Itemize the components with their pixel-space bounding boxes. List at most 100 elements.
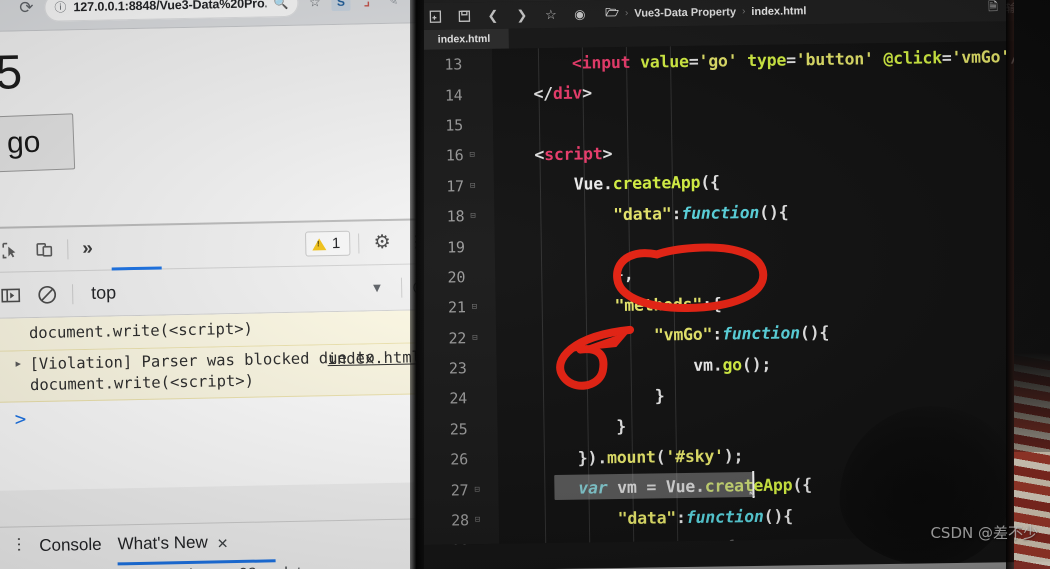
extension-blue-icon[interactable]: S [331, 0, 351, 12]
line-number: 15 [445, 116, 464, 135]
code-token: value [630, 51, 689, 72]
code-token: (){ [759, 202, 789, 222]
code-token: : [671, 203, 682, 223]
chevron-down-icon[interactable]: ▼ [362, 280, 391, 296]
save-icon[interactable] [450, 5, 477, 27]
console-message-row[interactable]: ▶ index.html:6 [Violation] Parser was bl… [0, 342, 419, 404]
forward-icon[interactable]: ❯ [508, 4, 535, 26]
code-token: @click [873, 47, 942, 68]
devtools-drawer: ⋯ Console What's New ✕ Highlights from t… [0, 517, 419, 569]
new-file-icon[interactable] [421, 5, 448, 27]
code-token: < [534, 144, 545, 165]
code-token: : [675, 507, 686, 527]
more-tabs-button[interactable]: » [76, 237, 97, 259]
code-text: return { [423, 537, 735, 545]
divider [401, 277, 403, 298]
console-context-select[interactable]: top [83, 278, 357, 304]
code-token: { [715, 537, 735, 545]
code-token: : [712, 324, 723, 344]
expand-arrow-icon[interactable]: ▶ [15, 358, 22, 370]
tab-whats-new[interactable]: What's New ✕ [117, 532, 276, 566]
close-icon[interactable]: ✕ [217, 535, 229, 552]
fold-toggle-icon[interactable]: ⊟ [472, 333, 477, 343]
page-number-output: 15 [0, 46, 22, 101]
code-token: > [582, 83, 593, 103]
code-text: }).mount('#sky'); [422, 446, 744, 470]
tab-console[interactable]: Console [39, 535, 102, 558]
address-bar[interactable]: ⓘ 127.0.0.1:8848/Vue3-Data%20Pro... 🔍 [44, 0, 299, 22]
folder-icon[interactable]: 🗁 [605, 4, 619, 23]
fold-toggle-icon[interactable]: ⊟ [475, 515, 480, 525]
code-token: > [602, 143, 613, 164]
line-number: 26 [450, 450, 469, 469]
line-number: 24 [449, 389, 468, 409]
hbuilderx-window: ...Property/index.html - HBuilder X 3.1.… [419, 0, 1050, 569]
favorite-star-icon[interactable]: ☆ [537, 3, 564, 25]
code-token: vm [693, 355, 713, 375]
console-message-text: document.write(<script>) [28, 319, 254, 343]
clear-console-icon[interactable] [32, 279, 63, 310]
code-token: div [552, 83, 583, 104]
line-number: 20 [447, 268, 466, 287]
code-token: Vue [573, 174, 604, 194]
code-token: 'go' [698, 50, 738, 71]
devtools-panel: » 1 ⚙ ⋯ [0, 217, 419, 569]
code-token: script [543, 144, 603, 164]
code-token: = [785, 50, 796, 70]
watermark: CSDN @差不少 [930, 524, 1038, 542]
reload-icon[interactable]: ⟳ [15, 0, 37, 17]
line-number: 17 [446, 177, 465, 196]
devtools-toolbar: » 1 ⚙ ⋯ [0, 219, 419, 273]
inspect-element-icon[interactable] [0, 235, 26, 266]
line-number: 14 [444, 85, 463, 105]
console-output: document.write(<script>) ▶ index.html:6 … [0, 309, 419, 491]
tab-index-html[interactable]: index.html [419, 28, 509, 50]
fold-toggle-icon[interactable]: ⊟ [472, 302, 477, 312]
fold-toggle-icon[interactable]: ⊟ [470, 211, 475, 221]
page-info-icon[interactable]: ⓘ [54, 0, 66, 16]
warning-count: 1 [331, 234, 341, 253]
code-token: ({ [792, 475, 813, 495]
code-token: createApp [612, 173, 701, 194]
bookmark-star-icon[interactable]: ☆ [305, 0, 324, 12]
fold-toggle-icon[interactable]: ⊟ [470, 181, 475, 191]
run-preview-icon[interactable]: ◉ [566, 3, 593, 25]
divider [71, 283, 74, 304]
breadcrumb-file[interactable]: index.html [751, 5, 806, 18]
device-toolbar-icon[interactable] [29, 234, 60, 265]
url-text: 127.0.0.1:8848/Vue3-Data%20Pro... [73, 0, 267, 14]
go-button[interactable]: go [0, 113, 76, 174]
code-text: Vue.createApp({ [419, 173, 720, 196]
fold-toggle-icon[interactable]: ⊟ [469, 150, 474, 160]
line-number: 16 [445, 146, 464, 165]
breadcrumb-project[interactable]: Vue3-Data Property [634, 6, 736, 20]
console-message-text: [Violation] Parser was blocked due to do… [29, 348, 375, 395]
code-token: "data" [617, 507, 677, 528]
console-sidebar-icon[interactable] [0, 280, 27, 311]
gear-icon[interactable]: ⚙ [367, 227, 398, 258]
line-number: 19 [447, 237, 465, 257]
code-rows: 13 <input value='go' type='button' @clic… [419, 40, 1050, 545]
back-icon[interactable]: ❮ [479, 4, 506, 26]
source-link[interactable]: index.html:6 [327, 347, 419, 370]
fold-toggle-icon[interactable]: ⊟ [474, 485, 479, 495]
kebab-menu-icon[interactable]: ⋯ [10, 536, 27, 552]
code-token: }, [613, 265, 634, 285]
search-icon[interactable]: 🔍 [273, 0, 288, 10]
code-token: 'vmGo' [951, 46, 1011, 67]
extension-grey-icon[interactable]: ✎ [383, 0, 402, 10]
rename-file-icon[interactable]: 🗎 [988, 0, 998, 18]
extension-red-icon[interactable]: ⌟ [357, 0, 376, 11]
code-token: } [616, 417, 627, 437]
divider [358, 233, 360, 254]
code-token: . [712, 355, 723, 375]
warning-chip[interactable]: 1 [304, 230, 351, 257]
back-icon[interactable]: › [0, 0, 9, 18]
code-editor[interactable]: 13 <input value='go' type='button' @clic… [419, 40, 1050, 545]
